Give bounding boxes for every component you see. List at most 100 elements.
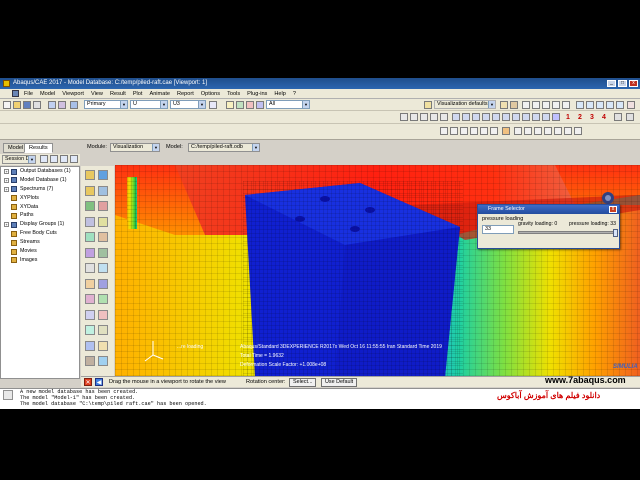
- animation-options-icon[interactable]: [627, 101, 635, 109]
- view-right-icon[interactable]: [492, 113, 500, 121]
- tree-item[interactable]: + Output Databases (1): [1, 167, 79, 176]
- toolbox-tool-icon[interactable]: [98, 216, 108, 227]
- view-persp-icon[interactable]: [532, 113, 540, 121]
- frame-number-input[interactable]: 33: [482, 225, 514, 234]
- tree-item[interactable]: Streams: [1, 238, 79, 247]
- hidden-icon[interactable]: [490, 127, 498, 135]
- tree-item[interactable]: + Display Groups (1): [1, 220, 79, 229]
- copy-display-icon[interactable]: [510, 101, 518, 109]
- view-bottom-icon[interactable]: [502, 113, 510, 121]
- toolbox-tool-icon[interactable]: [85, 309, 95, 320]
- toolbox-tool-icon[interactable]: [85, 356, 95, 366]
- toolbox-tool-icon[interactable]: [98, 232, 108, 242]
- results-options-icon[interactable]: [58, 101, 66, 109]
- cube-view-icon[interactable]: [522, 101, 530, 109]
- undeformed-icon[interactable]: [534, 127, 542, 135]
- field-output-icon[interactable]: [70, 101, 78, 109]
- toolbox-tool-icon[interactable]: [98, 340, 108, 351]
- message-area-icon[interactable]: [3, 390, 13, 400]
- menu-whats-this[interactable]: ?: [293, 91, 296, 97]
- display-options-icon[interactable]: [614, 113, 622, 121]
- close-button[interactable]: x: [629, 80, 638, 87]
- save-icon[interactable]: [23, 101, 31, 109]
- display-group-icon[interactable]: [246, 101, 254, 109]
- next-frame-icon[interactable]: [606, 101, 614, 109]
- expand-icon[interactable]: +: [4, 169, 9, 174]
- menu-plugins[interactable]: Plug-ins: [247, 91, 267, 97]
- toolbox-tool-icon[interactable]: [85, 294, 95, 304]
- view-back-icon[interactable]: [512, 113, 520, 121]
- box-zoom-icon[interactable]: [430, 113, 438, 121]
- menu-report[interactable]: Report: [177, 91, 194, 97]
- maximize-button[interactable]: □: [618, 80, 627, 87]
- previous-frame-icon[interactable]: [586, 101, 594, 109]
- tree-item[interactable]: Movies: [1, 247, 79, 256]
- menu-viewport[interactable]: Viewport: [62, 91, 84, 97]
- tab-results[interactable]: Results: [24, 143, 53, 153]
- menu-model[interactable]: Model: [40, 91, 55, 97]
- fill-icon[interactable]: [480, 127, 488, 135]
- toolbox-tool-icon[interactable]: [98, 247, 108, 258]
- menu-file[interactable]: File: [24, 91, 33, 97]
- tree-item[interactable]: Free Body Cuts: [1, 229, 79, 238]
- frame-icon[interactable]: [236, 101, 244, 109]
- cycle-views-icon[interactable]: [452, 113, 460, 121]
- tree-options-icon[interactable]: [70, 155, 78, 163]
- symbol-icon[interactable]: [514, 127, 522, 135]
- toolbox-tool-icon[interactable]: [98, 294, 108, 304]
- menu-animate[interactable]: Animate: [149, 91, 170, 97]
- expand-icon[interactable]: +: [4, 186, 9, 192]
- expand-tree-icon[interactable]: [50, 155, 58, 163]
- variable-combo[interactable]: U ▼: [130, 100, 168, 109]
- both-icon[interactable]: [554, 127, 562, 135]
- expand-icon[interactable]: +: [4, 177, 9, 183]
- view-parallel-icon[interactable]: [542, 113, 550, 121]
- render-style-icon[interactable]: [424, 101, 432, 109]
- replace-icon[interactable]: [256, 101, 264, 109]
- toolbox-tool-icon[interactable]: [98, 325, 108, 335]
- play-icon[interactable]: [596, 101, 604, 109]
- view-top-icon[interactable]: [482, 113, 490, 121]
- toolbox-tool-icon[interactable]: [98, 309, 108, 320]
- tree-item[interactable]: XYPlots: [1, 194, 79, 203]
- toolbox-tool-icon[interactable]: [98, 185, 108, 196]
- session-combo[interactable]: Session Da ▼: [2, 155, 36, 164]
- toolbox-tool-icon[interactable]: [85, 216, 95, 227]
- menu-view[interactable]: View: [91, 91, 103, 97]
- last-frame-icon[interactable]: [616, 101, 624, 109]
- toolbox-tool-icon[interactable]: [85, 325, 95, 335]
- menu-plot[interactable]: Plot: [133, 91, 143, 97]
- expand-icon[interactable]: +: [4, 222, 9, 228]
- tree-item[interactable]: Images: [1, 256, 79, 265]
- frame-slider-track[interactable]: [518, 229, 618, 237]
- filter-icon[interactable]: [40, 155, 48, 163]
- pan-icon[interactable]: [400, 113, 408, 121]
- frame-number-2[interactable]: 2: [578, 113, 582, 122]
- toolbox-tool-icon[interactable]: [98, 201, 108, 211]
- query-icon[interactable]: [48, 101, 56, 109]
- viewport[interactable]: ...re loading Abaqus/Standard 3DEXPERIEN…: [115, 165, 640, 377]
- side-view-icon[interactable]: [552, 101, 560, 109]
- view-left-icon[interactable]: [472, 113, 480, 121]
- visualization-defaults-combo[interactable]: Visualization defaults ▼: [434, 100, 496, 109]
- rotate-icon[interactable]: [410, 113, 418, 121]
- toolbox-tool-icon[interactable]: [85, 232, 95, 242]
- toolbox-tool-icon[interactable]: [85, 340, 95, 351]
- frame-number-4[interactable]: 4: [602, 113, 606, 122]
- component-combo[interactable]: U3 ▼: [170, 100, 206, 109]
- tree-item[interactable]: XYData: [1, 203, 79, 212]
- new-file-icon[interactable]: [3, 101, 11, 109]
- toolbox-tool-icon[interactable]: [98, 278, 108, 289]
- view-front-icon[interactable]: [462, 113, 470, 121]
- viewport-options-icon[interactable]: [626, 113, 634, 121]
- toolbox-tool-icon[interactable]: [85, 263, 95, 273]
- menu-options[interactable]: Options: [201, 91, 220, 97]
- mesh-icon[interactable]: [450, 127, 458, 135]
- open-file-icon[interactable]: [13, 101, 21, 109]
- frame-selector-title-bar[interactable]: Frame Selector x: [478, 205, 619, 214]
- refresh-icon[interactable]: [209, 101, 217, 109]
- primary-combo[interactable]: Primary ▼: [84, 100, 128, 109]
- contour-icon[interactable]: [524, 127, 532, 135]
- module-combo[interactable]: Visualization ▼: [110, 143, 160, 152]
- menu-tools[interactable]: Tools: [227, 91, 240, 97]
